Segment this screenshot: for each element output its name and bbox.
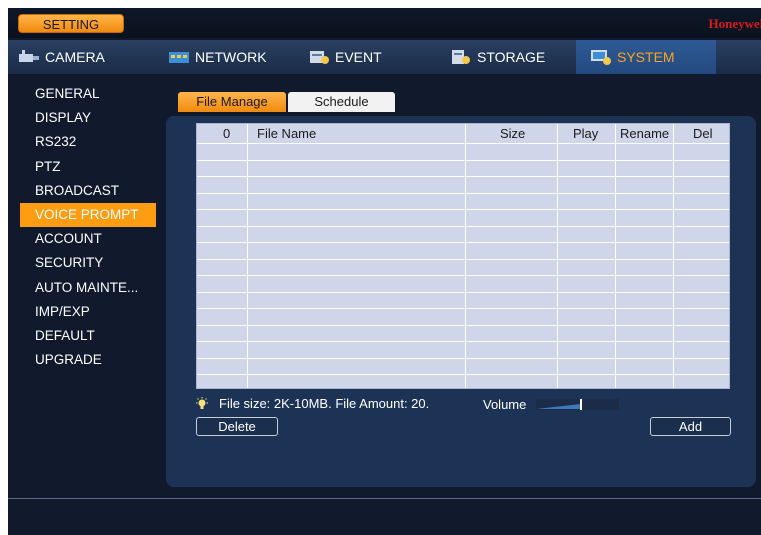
status-divider	[8, 498, 761, 499]
sidebar-item-broadcast[interactable]: BROADCAST	[20, 179, 156, 203]
column-header-del: Del	[693, 126, 713, 141]
sidebar-item-rs232[interactable]: RS232	[20, 130, 156, 154]
table-row-divider	[197, 358, 729, 359]
tab-storage[interactable]: STORAGE	[450, 40, 580, 74]
column-header-rename: Rename	[620, 126, 670, 141]
system-icon	[591, 50, 611, 65]
tab-file-manage[interactable]: File Manage	[178, 92, 286, 112]
table-column-divider	[247, 124, 248, 388]
add-button[interactable]: Add	[650, 417, 731, 436]
tab-camera[interactable]: CAMERA	[18, 40, 158, 74]
table-row-divider	[197, 341, 729, 342]
sidebar-item-display[interactable]: DISPLAY	[20, 106, 156, 130]
sidebar-item-upgrade[interactable]: UPGRADE	[20, 348, 156, 372]
table-column-divider	[465, 124, 466, 388]
sidebar-item-auto-maintain[interactable]: AUTO MAINTE...	[20, 276, 156, 300]
table-row-divider	[197, 176, 729, 177]
top-bar: SETTING Honeywell	[8, 8, 761, 38]
table-row-divider	[197, 193, 729, 194]
sidebar-item-account[interactable]: ACCOUNT	[20, 227, 156, 251]
table-header: 0 File Name Size Play Rename Del	[197, 124, 729, 143]
tab-label: NETWORK	[195, 49, 267, 65]
tab-label: STORAGE	[477, 49, 546, 65]
table-row-divider	[197, 143, 729, 144]
tab-schedule[interactable]: Schedule	[288, 92, 395, 112]
sidebar-item-security[interactable]: SECURITY	[20, 251, 156, 275]
column-header-index: 0	[223, 126, 231, 141]
volume-slider-handle	[580, 399, 582, 410]
setting-button[interactable]: SETTING	[18, 14, 124, 33]
tab-label: SYSTEM	[617, 49, 675, 65]
file-hint: File size: 2K-10MB. File Amount: 20.	[195, 396, 429, 411]
event-icon	[310, 51, 329, 64]
table-row-divider	[197, 292, 729, 293]
table-column-divider	[673, 124, 674, 388]
column-header-play: Play	[573, 126, 599, 141]
table-row-divider	[197, 374, 729, 375]
table-row-divider	[197, 259, 729, 260]
column-header-size: Size	[500, 126, 526, 141]
tab-system[interactable]: SYSTEM	[576, 40, 716, 74]
tab-event[interactable]: EVENT	[308, 40, 438, 74]
volume-label: Volume	[483, 397, 527, 412]
sidebar-menu: GENERAL DISPLAY RS232 PTZ BROADCAST VOIC…	[20, 82, 156, 372]
volume-slider[interactable]	[536, 399, 619, 410]
tab-network[interactable]: NETWORK	[168, 40, 288, 74]
brand-logo: Honeywell	[708, 16, 761, 31]
table-row-divider	[197, 308, 729, 309]
network-icon	[169, 52, 189, 63]
sidebar-item-default[interactable]: DEFAULT	[20, 324, 156, 348]
tab-label: EVENT	[335, 49, 382, 65]
file-table: 0 File Name Size Play Rename Del	[196, 123, 730, 389]
table-row-divider	[197, 209, 729, 210]
file-hint-text: File size: 2K-10MB. File Amount: 20.	[219, 396, 430, 411]
main-tab-bar: CAMERA NETWORK EVENT STORAGE SYSTEM	[8, 40, 761, 74]
table-row-divider	[197, 275, 729, 276]
table-column-divider	[557, 124, 558, 388]
table-column-divider	[615, 124, 616, 388]
table-row-divider	[197, 160, 729, 161]
table-row-divider	[197, 325, 729, 326]
sidebar-item-general[interactable]: GENERAL	[20, 82, 156, 106]
sidebar-item-ptz[interactable]: PTZ	[20, 155, 156, 179]
storage-icon	[452, 50, 470, 64]
tab-label: CAMERA	[45, 49, 105, 65]
camera-icon	[19, 50, 39, 62]
table-row-divider	[197, 226, 729, 227]
sidebar-item-imp-exp[interactable]: IMP/EXP	[20, 300, 156, 324]
column-header-file-name: File Name	[257, 126, 317, 141]
table-row-divider	[197, 242, 729, 243]
delete-button[interactable]: Delete	[196, 417, 278, 436]
sidebar-item-voice-prompt[interactable]: VOICE PROMPT	[20, 202, 156, 228]
lightbulb-icon	[196, 396, 208, 409]
app-window: SETTING Honeywell CAMERA NETWORK	[8, 8, 761, 535]
